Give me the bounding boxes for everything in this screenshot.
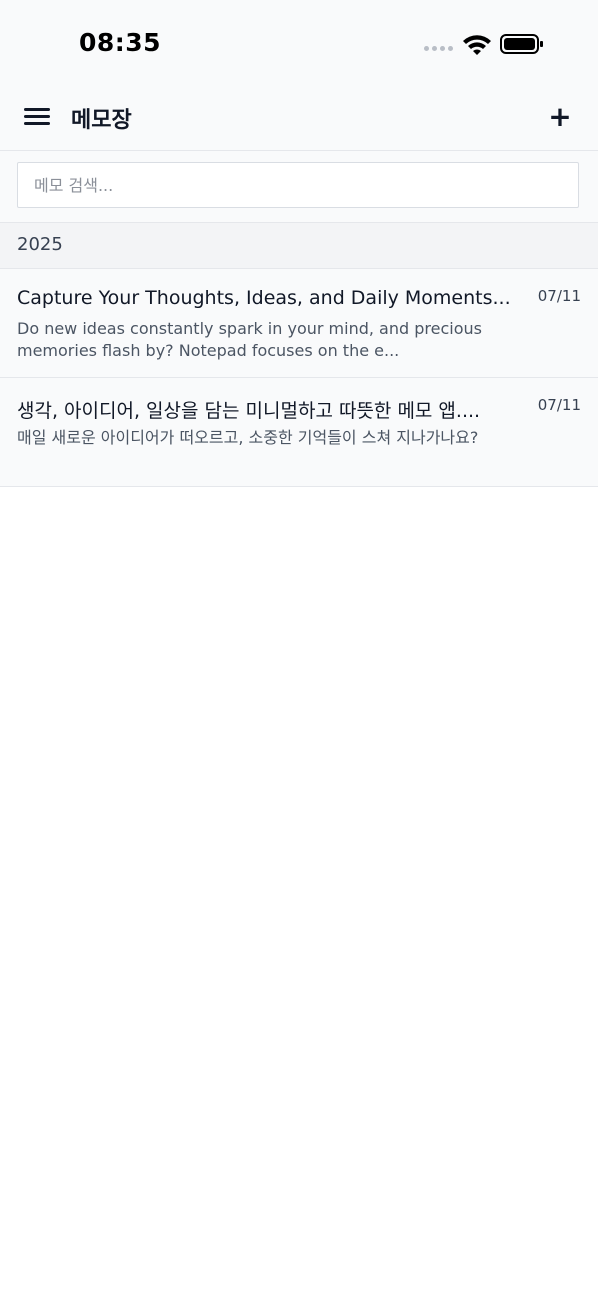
status-time: 08:35 [79, 28, 162, 57]
hamburger-menu-icon[interactable] [24, 106, 52, 128]
memo-preview: Do new ideas constantly spark in your mi… [17, 319, 482, 360]
status-bar: 08:35 [0, 0, 598, 88]
memo-item[interactable]: 생각, 아이디어, 일상을 담는 미니멀하고 따뜻한 메모 앱.... 07/1… [0, 378, 598, 487]
memo-preview: 매일 새로운 아이디어가 떠오르고, 소중한 기억들이 스쳐 지나가나요? [17, 428, 479, 447]
search-input[interactable] [17, 162, 579, 208]
memo-title: 생각, 아이디어, 일상을 담는 미니멀하고 따뜻한 메모 앱.... [17, 400, 481, 422]
search-area [0, 151, 598, 223]
year-section-header: 2025 [0, 223, 598, 269]
memo-title: Capture Your Thoughts, Ideas, and Daily … [17, 287, 511, 309]
page-title: 메모장 [71, 108, 132, 133]
memo-item[interactable]: Capture Your Thoughts, Ideas, and Daily … [0, 269, 598, 378]
year-label: 2025 [17, 234, 63, 255]
memo-date: 07/11 [537, 287, 581, 305]
app-header: 메모장 + [0, 88, 598, 151]
add-memo-button[interactable]: + [543, 100, 577, 134]
memo-date: 07/11 [537, 396, 581, 414]
battery-icon [500, 34, 543, 54]
wifi-icon [463, 35, 491, 55]
cellular-signal-icon [424, 46, 456, 54]
memo-list: Capture Your Thoughts, Ideas, and Daily … [0, 269, 598, 487]
